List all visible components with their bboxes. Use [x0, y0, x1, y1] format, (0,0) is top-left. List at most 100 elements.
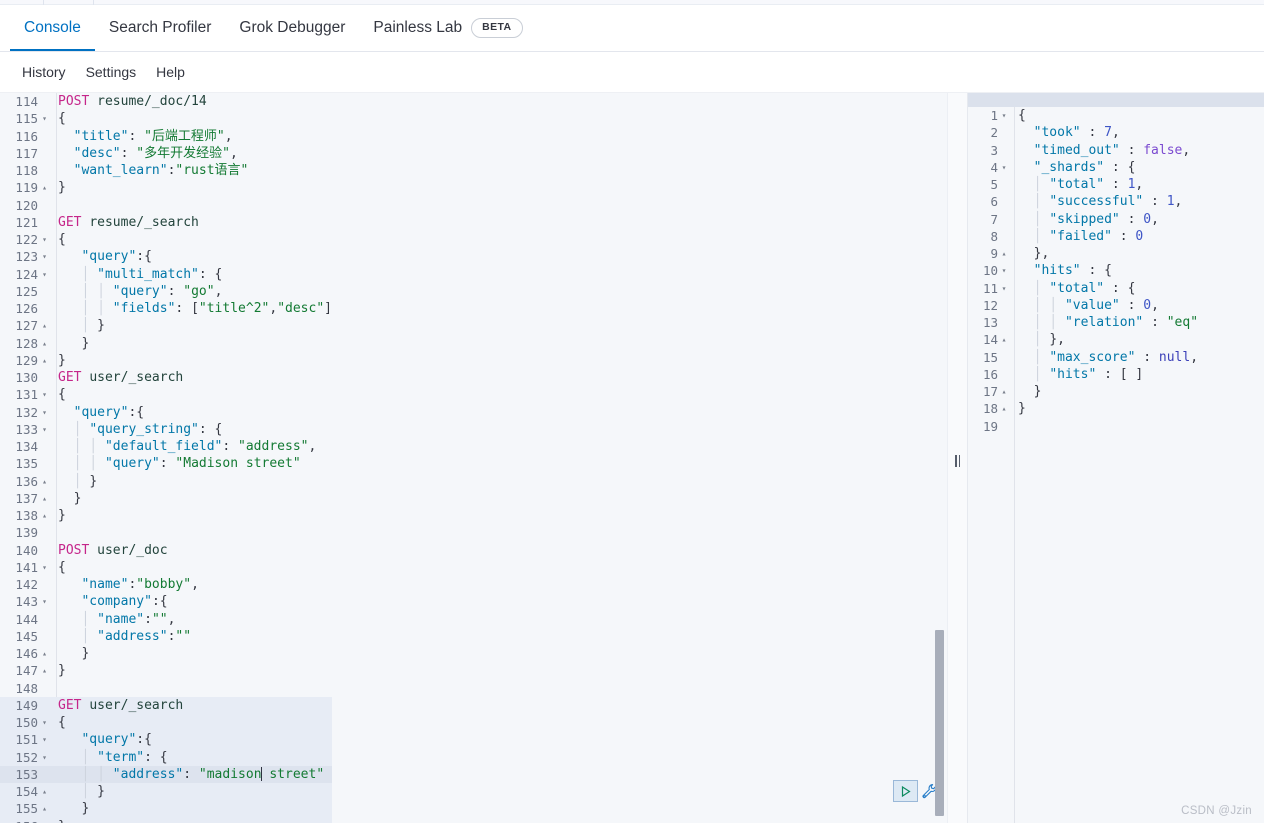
- response-horizontal-scrollbar[interactable]: [968, 93, 1264, 107]
- pane-splitter[interactable]: [947, 93, 968, 823]
- code-line[interactable]: 127 ▴ │ }: [0, 317, 332, 334]
- code-line[interactable]: 140 POST user/_doc: [0, 542, 332, 559]
- code-line[interactable]: 131 ▾ {: [0, 386, 332, 403]
- tab-painless-lab[interactable]: Painless Lab BETA: [359, 5, 536, 51]
- code-line[interactable]: 146 ▴ }: [0, 645, 332, 662]
- code-line[interactable]: 6 │ "successful" : 1,: [968, 193, 1198, 210]
- fold-toggle-icon[interactable]: ▴: [38, 490, 51, 507]
- code-line[interactable]: 1 ▾ {: [968, 107, 1198, 124]
- code-line[interactable]: 124 ▾ │ "multi_match": {: [0, 266, 332, 283]
- code-line[interactable]: 144 │ "name":"",: [0, 611, 332, 628]
- code-line[interactable]: 119 ▴}: [0, 179, 332, 196]
- fold-toggle-icon[interactable]: ▾: [38, 231, 51, 248]
- fold-toggle-icon[interactable]: ▴: [38, 507, 51, 524]
- code-line[interactable]: 141 ▾ {: [0, 559, 332, 576]
- code-line[interactable]: 155 ▴ }: [0, 800, 332, 818]
- fold-toggle-icon[interactable]: ▾: [38, 749, 51, 766]
- code-line[interactable]: 117 "desc": "多年开发经验",: [0, 145, 332, 162]
- fold-toggle-icon[interactable]: ▴: [998, 245, 1010, 262]
- code-line[interactable]: 149 GET user/_search: [0, 696, 332, 714]
- code-line[interactable]: 135 │ │ "query": "Madison street": [0, 455, 332, 472]
- fold-toggle-icon[interactable]: ▴: [38, 317, 51, 334]
- fold-toggle-icon[interactable]: ▾: [998, 107, 1010, 124]
- response-code[interactable]: 1 ▾{2 "took" : 7, 3 "timed_out" : false, 4 ▾…: [968, 107, 1198, 435]
- code-line[interactable]: 129 ▴}: [0, 352, 332, 369]
- fold-toggle-icon[interactable]: ▴: [38, 662, 51, 679]
- code-line[interactable]: 136 ▴ │ }: [0, 473, 332, 490]
- fold-toggle-icon[interactable]: ▴: [38, 335, 51, 352]
- code-line[interactable]: 120: [0, 197, 332, 214]
- code-line[interactable]: 125 │ │ "query": "go",: [0, 283, 332, 300]
- fold-toggle-icon[interactable]: ▴: [38, 783, 51, 800]
- code-line[interactable]: 3 "timed_out" : false,: [968, 142, 1198, 159]
- code-line[interactable]: 116 "title": "后端工程师",: [0, 128, 332, 145]
- code-line[interactable]: 147 ▴}: [0, 662, 332, 679]
- fold-toggle-icon[interactable]: ▾: [998, 262, 1010, 279]
- fold-toggle-icon[interactable]: ▴: [998, 400, 1010, 417]
- code-line[interactable]: 8 │ "failed" : 0: [968, 228, 1198, 245]
- code-line[interactable]: 132 ▾ "query":{: [0, 404, 332, 421]
- fold-toggle-icon[interactable]: ▴: [38, 818, 51, 823]
- fold-toggle-icon[interactable]: ▴: [38, 800, 51, 817]
- request-editor-pane[interactable]: 114 POST resume/_doc/14 115 ▾{116 "title": …: [0, 93, 947, 823]
- fold-toggle-icon[interactable]: ▴: [998, 383, 1010, 400]
- submenu-item-settings[interactable]: Settings: [76, 64, 147, 80]
- code-line[interactable]: 151 ▾ "query":{: [0, 731, 332, 749]
- code-line[interactable]: 148: [0, 680, 332, 697]
- code-line[interactable]: 5 │ "total" : 1,: [968, 176, 1198, 193]
- fold-toggle-icon[interactable]: ▾: [38, 593, 51, 610]
- code-line[interactable]: 128 ▴ }: [0, 335, 332, 352]
- code-line[interactable]: 150 ▾ {: [0, 714, 332, 732]
- code-line[interactable]: 156▴}: [0, 817, 332, 823]
- code-line[interactable]: 14 ▴ │ },: [968, 331, 1198, 348]
- tab-console[interactable]: Console: [10, 5, 95, 51]
- fold-toggle-icon[interactable]: ▴: [38, 645, 51, 662]
- code-line[interactable]: 17 ▴ }: [968, 383, 1198, 400]
- fold-toggle-icon[interactable]: ▾: [998, 159, 1010, 176]
- code-line[interactable]: 15 │ "max_score" : null,: [968, 349, 1198, 366]
- fold-toggle-icon[interactable]: ▾: [38, 266, 51, 283]
- response-pane[interactable]: 1 ▾{2 "took" : 7, 3 "timed_out" : false, 4 ▾…: [968, 93, 1264, 823]
- code-line[interactable]: 9 ▴ },: [968, 245, 1198, 262]
- code-line[interactable]: 134 │ │ "default_field": "address",: [0, 438, 332, 455]
- fold-toggle-icon[interactable]: ▾: [38, 404, 51, 421]
- code-line[interactable]: 7 │ "skipped" : 0,: [968, 211, 1198, 228]
- fold-toggle-icon[interactable]: ▴: [38, 352, 51, 369]
- fold-toggle-icon[interactable]: ▴: [38, 179, 51, 196]
- fold-toggle-icon[interactable]: ▾: [38, 731, 51, 748]
- fold-toggle-icon[interactable]: ▾: [38, 559, 51, 576]
- code-line[interactable]: 4 ▾ "_shards" : {: [968, 159, 1198, 176]
- code-line[interactable]: 153 │ │ "address": "madison street": [0, 765, 332, 783]
- code-line[interactable]: 11 ▾ │ "total" : {: [968, 280, 1198, 297]
- code-line[interactable]: 118 "want_learn":"rust语言": [0, 162, 332, 179]
- fold-toggle-icon[interactable]: ▾: [38, 386, 51, 403]
- code-line[interactable]: 138 ▴}: [0, 507, 332, 524]
- fold-toggle-icon[interactable]: ▾: [38, 421, 51, 438]
- tab-grok-debugger[interactable]: Grok Debugger: [225, 5, 359, 51]
- code-line[interactable]: 152 ▾ │ "term": {: [0, 748, 332, 766]
- submenu-item-history[interactable]: History: [12, 64, 76, 80]
- code-line[interactable]: 115 ▾ {: [0, 110, 332, 127]
- code-line[interactable]: 133 ▾ │ "query_string": {: [0, 421, 332, 438]
- code-line[interactable]: 143 ▾ "company":{: [0, 593, 332, 610]
- code-line[interactable]: 12 │ │ "value" : 0,: [968, 297, 1198, 314]
- submenu-item-help[interactable]: Help: [146, 64, 195, 80]
- fold-toggle-icon[interactable]: ▾: [38, 248, 51, 265]
- code-line[interactable]: 121 GET resume/_search: [0, 214, 332, 231]
- code-line[interactable]: 139: [0, 524, 332, 541]
- code-line[interactable]: 137 ▴ }: [0, 490, 332, 507]
- code-line[interactable]: 126 │ │ "fields": ["title^2","desc"]: [0, 300, 332, 317]
- code-line[interactable]: 114 POST resume/_doc/14: [0, 93, 332, 110]
- code-line[interactable]: 154 ▴ │ }: [0, 783, 332, 801]
- code-line[interactable]: 130 GET user/_search: [0, 369, 332, 386]
- code-line[interactable]: 122 ▾ {: [0, 231, 332, 248]
- code-line[interactable]: 2 "took" : 7,: [968, 124, 1198, 141]
- request-code[interactable]: 114 POST resume/_doc/14 115 ▾{116 "title": …: [0, 93, 332, 823]
- code-line[interactable]: 142 "name":"bobby",: [0, 576, 332, 593]
- tab-search-profiler[interactable]: Search Profiler: [95, 5, 226, 51]
- run-request-button[interactable]: [893, 780, 918, 802]
- fold-toggle-icon[interactable]: ▾: [38, 110, 51, 127]
- fold-toggle-icon[interactable]: ▴: [998, 331, 1010, 348]
- code-line[interactable]: 145 │ "address":"": [0, 628, 332, 645]
- fold-toggle-icon[interactable]: ▾: [38, 714, 51, 731]
